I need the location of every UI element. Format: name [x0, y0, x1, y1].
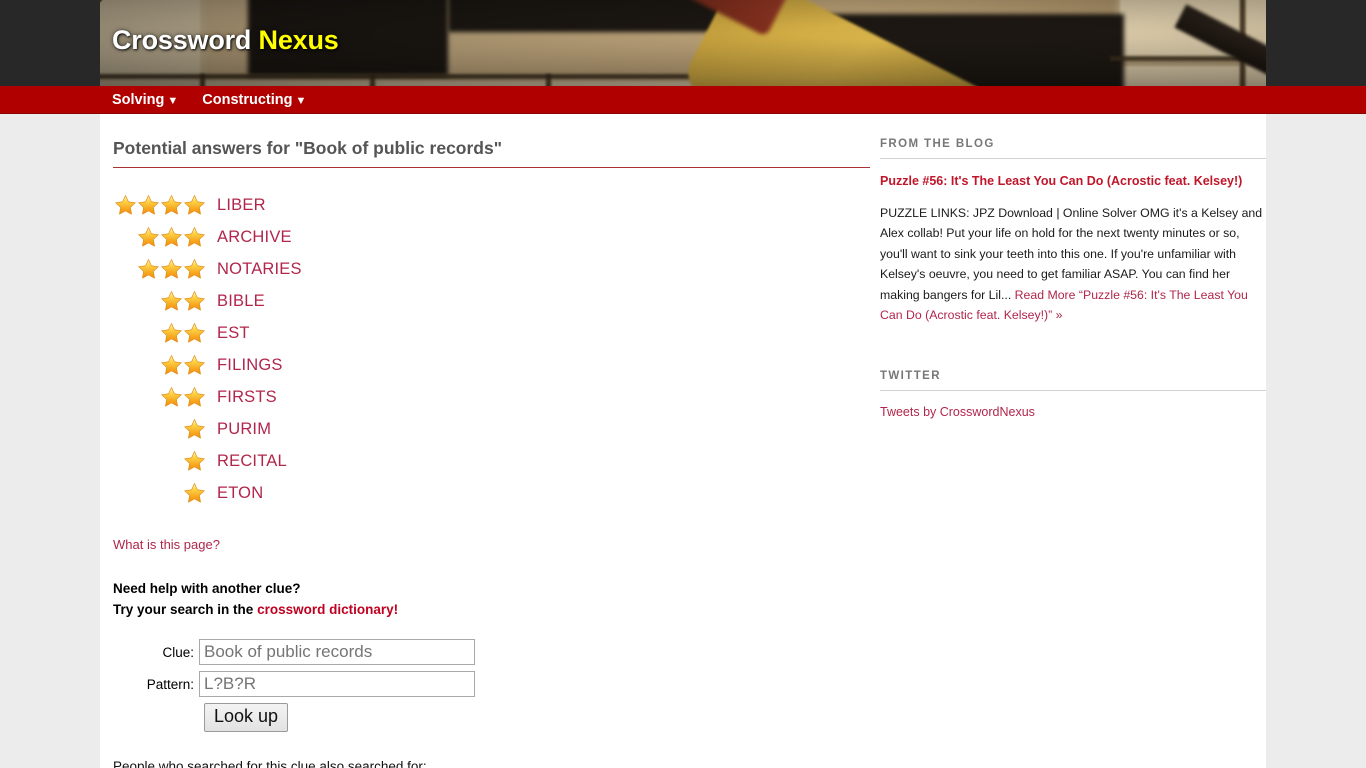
clue-input[interactable] [199, 639, 475, 665]
answer-star-rating [113, 258, 206, 281]
answer-star-rating [113, 194, 206, 217]
star-icon [184, 482, 205, 503]
content-container: Potential answers for "Book of public re… [100, 114, 1266, 768]
star-icon [138, 194, 159, 215]
blog-post-title-link[interactable]: Puzzle #56: It's The Least You Can Do (A… [880, 173, 1266, 190]
site-logo-title[interactable]: Crossword Nexus [112, 27, 339, 54]
star-icon [184, 450, 205, 471]
answer-word-link[interactable]: FILINGS [217, 356, 283, 375]
tweets-by-crosswordnexus-link[interactable]: Tweets by CrosswordNexus [880, 405, 1035, 419]
blog-post-excerpt: PUZZLE LINKS: JPZ Download | Online Solv… [880, 203, 1266, 326]
page-body: Potential answers for "Book of public re… [0, 114, 1366, 768]
answer-row: ETON [113, 477, 870, 509]
star-icon [115, 194, 136, 215]
chevron-down-icon: ▼ [167, 94, 179, 107]
answer-star-rating [113, 418, 206, 441]
answer-row: FIRSTS [113, 381, 870, 413]
pattern-input[interactable] [199, 671, 475, 697]
answer-word-link[interactable]: FIRSTS [217, 388, 277, 407]
sidebar: FROM THE BLOG Puzzle #56: It's The Least… [880, 114, 1266, 421]
star-icon [184, 194, 205, 215]
answer-word-link[interactable]: NOTARIES [217, 260, 302, 279]
nav-items-list: Solving ▼ Constructing ▼ [112, 86, 306, 114]
answer-row: PURIM [113, 413, 870, 445]
main-navigation-bar: Solving ▼ Constructing ▼ [0, 86, 1366, 114]
nav-item-constructing[interactable]: Constructing ▼ [202, 86, 306, 115]
answer-row: FILINGS [113, 349, 870, 381]
pattern-form-row: Pattern: [113, 671, 870, 697]
help-line-1: Need help with another clue? [113, 581, 301, 596]
star-icon [184, 386, 205, 407]
site-title-word1: Crossword [112, 25, 252, 55]
answer-row: RECITAL [113, 445, 870, 477]
chevron-down-icon: ▼ [295, 94, 307, 107]
answer-word-link[interactable]: ARCHIVE [217, 228, 292, 247]
nav-item-solving-label: Solving [112, 91, 165, 108]
answer-word-link[interactable]: ETON [217, 484, 263, 503]
star-icon [184, 226, 205, 247]
answer-row: BIBLE [113, 285, 870, 317]
answer-star-rating [113, 322, 206, 345]
answer-row: LIBER [113, 189, 870, 221]
look-up-button[interactable]: Look up [204, 703, 289, 732]
blog-widget-title: FROM THE BLOG [880, 138, 1266, 159]
star-icon [161, 322, 182, 343]
blog-widget: FROM THE BLOG Puzzle #56: It's The Least… [880, 138, 1266, 326]
star-icon [161, 226, 182, 247]
clue-label: Clue: [162, 644, 194, 660]
answer-row: EST [113, 317, 870, 349]
answer-star-rating [113, 290, 206, 313]
answer-star-rating [113, 226, 206, 249]
clue-form-row: Clue: [113, 639, 870, 665]
answer-star-rating [113, 450, 206, 473]
twitter-widget: TWITTER Tweets by CrosswordNexus [880, 370, 1266, 421]
star-icon [161, 290, 182, 311]
star-icon [184, 322, 205, 343]
help-line-2-prefix: Try your search in the [113, 602, 258, 617]
answer-row: NOTARIES [113, 253, 870, 285]
star-icon [161, 354, 182, 375]
nav-item-constructing-label: Constructing [202, 91, 293, 108]
answer-row: ARCHIVE [113, 221, 870, 253]
answer-word-link[interactable]: BIBLE [217, 292, 265, 311]
star-icon [184, 354, 205, 375]
crossword-dictionary-link[interactable]: crossword dictionary! [257, 602, 398, 617]
answer-word-link[interactable]: LIBER [217, 196, 266, 215]
answers-list: LIBER ARCHIVE NOTARIES BIBLE EST FILINGS FIRST… [113, 189, 870, 509]
submit-row: Look up [204, 703, 870, 732]
answer-star-rating [113, 386, 206, 409]
also-searched-heading: People who searched for this clue also s… [113, 759, 427, 768]
star-icon [161, 258, 182, 279]
help-block: Need help with another clue? Try your se… [113, 578, 870, 620]
main-column: Potential answers for "Book of public re… [113, 114, 870, 768]
star-icon [184, 258, 205, 279]
star-icon [138, 258, 159, 279]
answer-star-rating [113, 354, 206, 377]
star-icon [161, 194, 182, 215]
answer-word-link[interactable]: PURIM [217, 420, 271, 439]
answer-star-rating [113, 482, 206, 505]
twitter-widget-title: TWITTER [880, 370, 1266, 391]
answer-word-link[interactable]: RECITAL [217, 452, 287, 471]
pattern-label: Pattern: [146, 676, 194, 692]
answer-word-link[interactable]: EST [217, 324, 250, 343]
star-icon [138, 226, 159, 247]
star-icon [184, 418, 205, 439]
site-header: 53 54 8 Crossword Nexus [0, 0, 1366, 86]
star-icon [184, 290, 205, 311]
lookup-form: Clue: Pattern: Look up [113, 639, 870, 732]
page-title: Potential answers for "Book of public re… [113, 114, 870, 168]
site-title-word2: Nexus [258, 25, 339, 55]
nav-item-solving[interactable]: Solving ▼ [112, 86, 178, 115]
what-is-this-page-link[interactable]: What is this page? [113, 537, 870, 552]
help-line-2: Try your search in the crossword diction… [113, 599, 870, 620]
star-icon [161, 386, 182, 407]
